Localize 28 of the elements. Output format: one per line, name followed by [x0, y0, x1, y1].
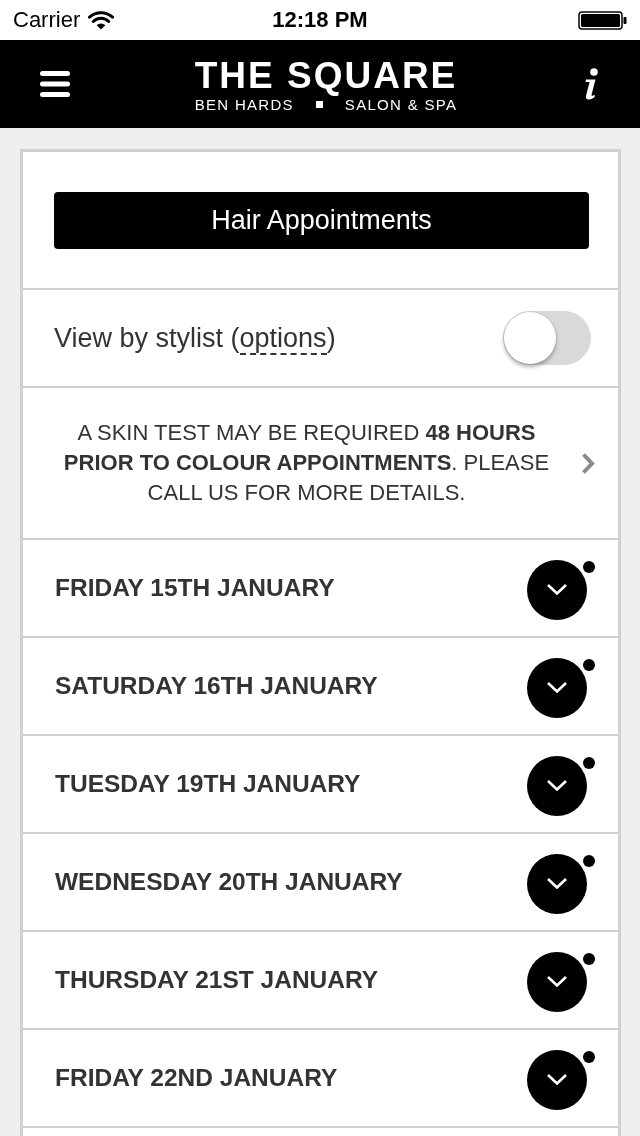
day-label: WEDNESDAY 20TH JANUARY	[55, 868, 403, 896]
menu-button[interactable]	[40, 71, 70, 97]
carrier-text: Carrier	[13, 7, 81, 33]
battery-icon	[578, 10, 627, 30]
square-separator-icon	[315, 101, 323, 108]
wifi-icon	[88, 10, 115, 30]
chevron-down-icon	[547, 1074, 567, 1085]
chevron-down-icon	[547, 878, 567, 889]
day-label: THURSDAY 21ST JANUARY	[55, 966, 379, 994]
hair-appointments-button[interactable]: Hair Appointments	[54, 191, 589, 249]
options-link[interactable]: options	[239, 322, 327, 355]
logo-subtitle: SALON & SPA	[344, 95, 458, 114]
time-text: 12:18 PM	[272, 7, 368, 33]
menu-icon	[40, 71, 70, 97]
day-label: SATURDAY 16TH JANUARY	[55, 672, 378, 700]
day-label: TUESDAY 19TH JANUARY	[55, 770, 361, 798]
logo-title: THE SQUARE	[194, 56, 458, 95]
chevron-down-icon	[547, 780, 567, 791]
toggle-switch[interactable]	[503, 311, 591, 365]
chevron-down-icon	[547, 976, 567, 987]
notice-text: A SKIN TEST MAY BE REQUIRED 48 HOURS PRIOR TO COLOUR APPOINTMENTS. PLEASE CALL US FOR MORE DETAILS.	[62, 419, 551, 507]
toggle-label: View by stylist (options)	[54, 322, 336, 354]
chevron-right-icon	[581, 451, 595, 475]
day-label: FRIDAY 22ND JANUARY	[55, 1064, 338, 1092]
logo-subtitle: BEN HARDS	[194, 95, 294, 114]
chevron-down-icon	[547, 584, 567, 595]
day-label: FRIDAY 15TH JANUARY	[55, 574, 335, 602]
chevron-down-icon	[547, 682, 567, 693]
